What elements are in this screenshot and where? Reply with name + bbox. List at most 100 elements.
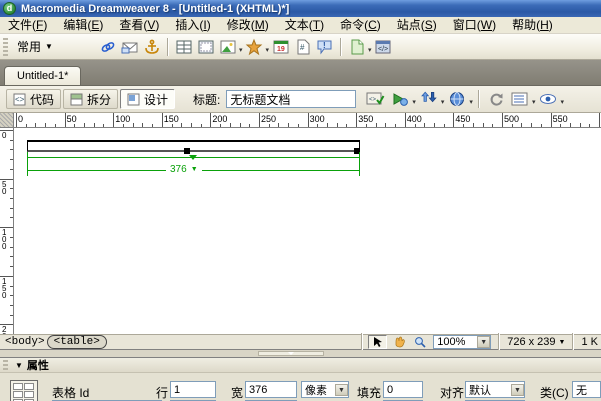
zoom-tool-button[interactable] — [410, 335, 429, 349]
template-icon[interactable] — [347, 37, 367, 57]
align-combo[interactable]: 默认 ▼ — [465, 381, 525, 398]
ruler-minor-tick — [278, 123, 280, 127]
vertical-ruler: 0 50 100 150 200 — [0, 128, 14, 334]
menu-item-s[interactable]: 站点(S) — [389, 17, 445, 34]
file-management-dropdown-arrow-icon[interactable]: ▾ — [441, 98, 445, 106]
ruler-label: 250 — [261, 114, 277, 124]
image-dropdown-arrow-icon[interactable]: ▾ — [239, 46, 243, 54]
menu-item-h[interactable]: 帮助(H) — [504, 17, 561, 34]
ruler-minor-tick — [268, 124, 270, 127]
design-view-button[interactable]: 设计 — [120, 89, 176, 109]
hyperlink-icon[interactable] — [98, 37, 118, 57]
image-icon[interactable] — [218, 37, 238, 57]
width-unit-combo[interactable]: 像素 ▼ — [301, 381, 349, 398]
table-resize-handle-bottom[interactable] — [184, 148, 190, 154]
selected-table[interactable] — [27, 140, 360, 152]
ruler-label: 200 — [212, 114, 228, 124]
menu-item-f[interactable]: 文件(F) — [0, 17, 55, 34]
server-include-icon[interactable]: # — [293, 37, 313, 57]
visual-aids-dropdown-arrow-icon[interactable]: ▾ — [560, 98, 564, 106]
splitter-collapse-handle[interactable] — [258, 351, 324, 356]
width-input[interactable] — [245, 381, 297, 398]
view-options-dropdown-arrow-icon[interactable]: ▾ — [532, 98, 536, 106]
toolbar-separator — [339, 37, 342, 56]
menu-item-v[interactable]: 查看(V) — [111, 17, 167, 34]
menu-item-t[interactable]: 文本(T) — [277, 17, 332, 34]
file-management-icon[interactable] — [418, 89, 440, 109]
tag-table[interactable]: <table> — [46, 335, 107, 349]
menu-item-w[interactable]: 窗口(W) — [445, 17, 504, 34]
status-bar: <body> <table> 100% ▼ 726 x 239 ▼ 1 K — [0, 333, 601, 351]
ruler-minor-tick — [433, 123, 435, 127]
ruler-minor-tick — [10, 266, 13, 268]
ruler-major-tick — [259, 113, 260, 127]
ruler-minor-tick — [424, 123, 426, 127]
horizontal-ruler: 050100150200250300350400450500550600650 — [14, 113, 601, 128]
ruler-minor-tick — [570, 123, 572, 127]
menu-item-i[interactable]: 插入(I) — [167, 17, 218, 34]
doc-size-value: 1 K — [581, 336, 598, 348]
preview-browser-icon[interactable] — [446, 89, 468, 109]
split-view-button[interactable]: 拆分 — [63, 89, 119, 109]
ruler-minor-tick — [521, 123, 523, 127]
ruler-label: 0 — [18, 114, 24, 124]
dreamweaver-window: d Macromedia Dreamweaver 8 - [Untitled-1… — [0, 0, 601, 401]
window-title: Macromedia Dreamweaver 8 - [Untitled-1 (… — [21, 2, 290, 15]
padding-input[interactable] — [383, 381, 423, 398]
doc-title-input[interactable] — [226, 90, 357, 108]
comment-icon[interactable]: ! — [315, 37, 335, 57]
view-options-icon[interactable] — [509, 89, 531, 109]
design-canvas[interactable]: 376 ▼ — [14, 128, 601, 334]
select-tool-button[interactable] — [368, 335, 388, 349]
ruler-origin-box[interactable] — [0, 113, 14, 128]
insert-toolbar: 常用 ▼ ▾ ▾ 19 #! ▾ </> — [0, 34, 601, 60]
code-view-button[interactable]: <> 代码 — [6, 89, 62, 109]
class-input[interactable] — [572, 381, 601, 398]
media-dropdown-arrow-icon[interactable]: ▾ — [265, 46, 269, 54]
table-width-menu[interactable]: 376 ▼ — [166, 164, 202, 175]
window-size-menu[interactable]: 726 x 239 ▼ — [507, 336, 565, 348]
ruler-minor-tick — [10, 207, 13, 209]
panel-splitter[interactable] — [0, 350, 601, 357]
refresh-icon[interactable] — [485, 89, 507, 109]
ruler-minor-tick — [10, 304, 13, 306]
tag-body[interactable]: <body> — [3, 336, 47, 348]
toolbar-separator — [166, 37, 169, 56]
template-dropdown-arrow-icon[interactable]: ▾ — [368, 46, 372, 54]
preview-debug-dropdown-arrow-icon[interactable]: ▾ — [412, 98, 416, 106]
ruler-minor-tick — [10, 188, 13, 190]
menu-item-m[interactable]: 修改(M) — [219, 17, 277, 34]
tag-chooser-icon[interactable]: </> — [373, 37, 393, 57]
properties-header[interactable]: ▼ 属性 — [0, 358, 601, 373]
column-menu-arrow-icon[interactable] — [189, 155, 197, 160]
preview-browser-dropdown-arrow-icon[interactable]: ▾ — [469, 98, 473, 106]
rows-input[interactable] — [170, 381, 216, 398]
insert-category-dropdown[interactable]: 常用 ▼ — [11, 38, 59, 55]
hand-tool-button[interactable] — [389, 335, 408, 349]
insert-div-icon[interactable] — [196, 37, 216, 57]
validate-markup-icon[interactable]: <> — [365, 89, 387, 109]
ruler-minor-tick — [10, 217, 13, 219]
align-value: 默认 — [469, 384, 491, 397]
title-bar: d Macromedia Dreamweaver 8 - [Untitled-1… — [0, 0, 601, 17]
magnification-combo[interactable]: 100% ▼ — [433, 335, 492, 349]
menu-item-c[interactable]: 命令(C) — [332, 17, 389, 34]
visual-aids-icon[interactable] — [537, 89, 559, 109]
menu-item-e[interactable]: 编辑(E) — [55, 17, 111, 34]
ruler-minor-tick — [142, 123, 144, 127]
ruler-minor-tick — [10, 236, 13, 238]
ruler-minor-tick — [297, 124, 299, 127]
named-anchor-icon[interactable] — [142, 37, 162, 57]
media-icon[interactable] — [244, 37, 264, 57]
app-icon: d — [3, 2, 16, 15]
tab-untitled-1[interactable]: Untitled-1* — [4, 66, 82, 85]
table-icon[interactable] — [174, 37, 194, 57]
chevron-down-icon: ▼ — [511, 383, 524, 396]
date-icon[interactable]: 19 — [271, 37, 291, 57]
ruler-minor-tick — [10, 159, 13, 161]
ruler-minor-tick — [229, 123, 231, 127]
ruler-label: 100 — [2, 228, 7, 252]
email-link-icon[interactable] — [120, 37, 140, 57]
preview-debug-icon[interactable] — [389, 89, 411, 109]
ruler-minor-tick — [492, 124, 494, 127]
